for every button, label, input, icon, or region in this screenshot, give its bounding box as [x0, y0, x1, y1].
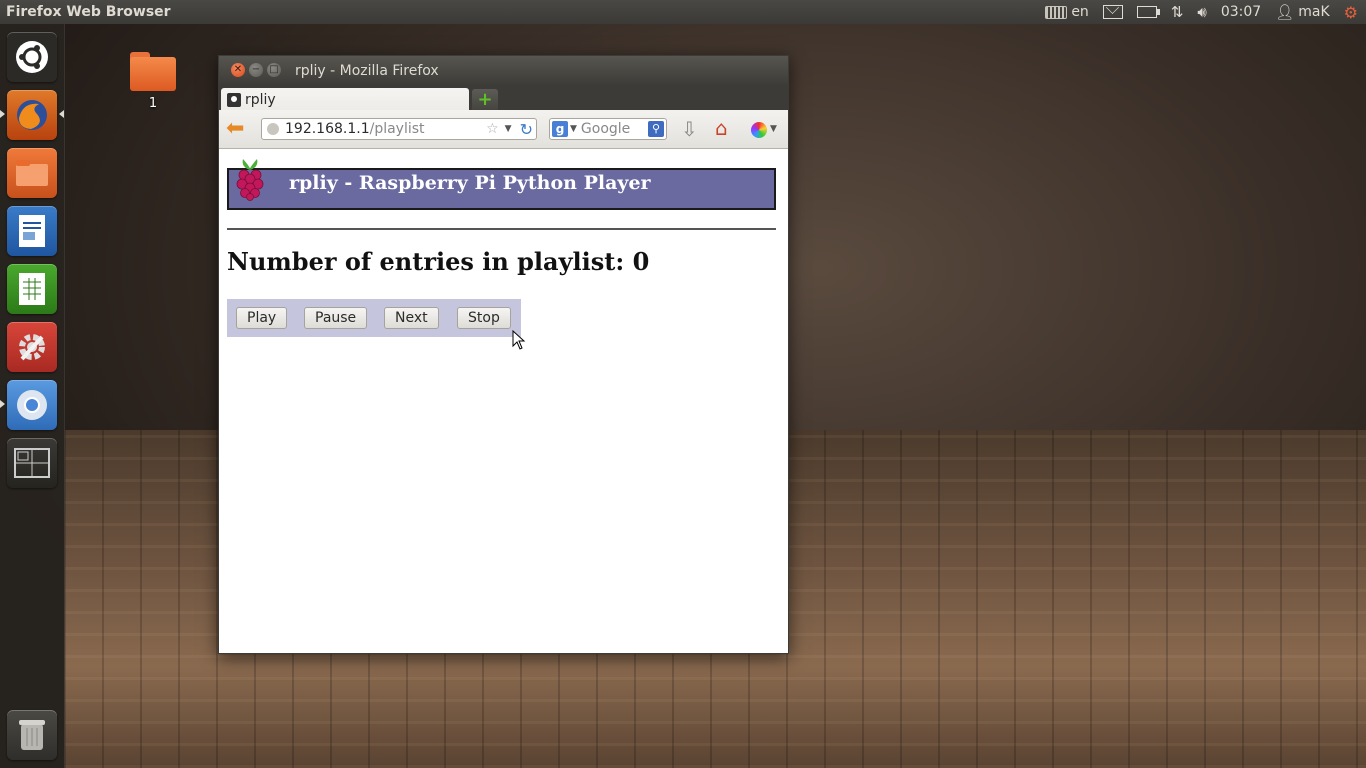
download-icon[interactable]: ⇩ — [681, 119, 698, 139]
play-button[interactable]: Play — [236, 307, 288, 329]
user-icon: 👤︎ — [1275, 3, 1295, 21]
clock[interactable]: 03:07 — [1221, 4, 1261, 20]
running-indicator — [0, 400, 5, 408]
network-icon[interactable]: ⇅ — [1171, 3, 1184, 21]
keyboard-indicator[interactable]: en — [1045, 4, 1089, 20]
settings-launcher-icon[interactable] — [7, 322, 57, 372]
running-indicator — [0, 110, 5, 118]
page-banner: rpliy - Raspberry Pi Python Player — [227, 168, 776, 210]
keyboard-icon — [1045, 5, 1068, 19]
search-placeholder: Google — [580, 121, 631, 137]
user-name: maK — [1298, 4, 1330, 20]
tab-rpliy[interactable]: rpliy — [221, 88, 469, 112]
addon-dropdown-icon[interactable]: ▼ — [770, 124, 777, 134]
history-dropdown-icon[interactable]: ▼ — [505, 124, 512, 134]
bookmark-star-icon[interactable]: ☆ — [486, 121, 499, 137]
window-titlebar[interactable]: ✕ − □ rpliy - Mozilla Firefox — [219, 56, 788, 86]
url-host: 192.168.1.1 — [285, 121, 370, 137]
firefox-launcher-icon[interactable] — [7, 90, 57, 140]
close-window-button[interactable]: ✕ — [231, 63, 245, 77]
page-content: rpliy - Raspberry Pi Python Player Numbe… — [219, 149, 788, 653]
site-identity-icon[interactable] — [267, 123, 279, 135]
launcher — [0, 24, 65, 768]
url-path: /playlist — [369, 121, 425, 137]
horizontal-rule — [227, 228, 776, 230]
active-app-title: Firefox Web Browser — [6, 4, 171, 20]
indicator-area: en ⇅ 🔊︎ 03:07 👤︎ maK ⚙ — [1045, 3, 1366, 22]
reload-icon[interactable]: ↻ — [520, 120, 533, 139]
calc-launcher-icon[interactable] — [7, 264, 57, 314]
stop-button[interactable]: Stop — [457, 307, 511, 329]
focused-indicator — [59, 110, 64, 118]
minimize-window-button[interactable]: − — [249, 63, 263, 77]
new-tab-button[interactable]: + — [472, 89, 498, 110]
battery-icon[interactable] — [1136, 6, 1160, 18]
desktop-folder-label: 1 — [148, 96, 158, 111]
window-title: rpliy - Mozilla Firefox — [295, 63, 439, 79]
firefox-window: ✕ − □ rpliy - Mozilla Firefox rpliy + ⬅ … — [218, 55, 789, 654]
mail-icon[interactable] — [1102, 5, 1123, 19]
home-icon[interactable]: ⌂ — [715, 118, 728, 138]
power-gear-icon[interactable]: ⚙ — [1344, 3, 1358, 22]
google-engine-icon[interactable]: g — [552, 121, 568, 137]
engine-dropdown-icon[interactable]: ▼ — [570, 124, 577, 134]
ubuntu-dash-icon[interactable] — [7, 32, 57, 82]
trash-icon[interactable] — [7, 710, 57, 760]
chromium-launcher-icon[interactable] — [7, 380, 57, 430]
pause-button[interactable]: Pause — [304, 307, 368, 329]
workspace-switcher-icon[interactable] — [7, 438, 57, 488]
desktop-folder-icon[interactable] — [130, 52, 176, 92]
next-button[interactable]: Next — [384, 307, 439, 329]
tab-bar: rpliy + — [219, 86, 788, 112]
addon-icon[interactable] — [751, 122, 767, 138]
files-launcher-icon[interactable] — [7, 148, 57, 198]
volume-icon[interactable]: 🔊︎ — [1197, 3, 1206, 21]
playlist-count-heading: Number of entries in playlist: 0 — [227, 247, 650, 276]
navigation-toolbar: ⬅ 192.168.1.1 /playlist ☆ ▼ ↻ g ▼ Google… — [219, 110, 788, 149]
tab-label: rpliy — [245, 92, 276, 108]
url-bar[interactable]: 192.168.1.1 /playlist ☆ ▼ ↻ — [261, 118, 537, 140]
search-bar[interactable]: g ▼ Google ⚲ — [549, 118, 667, 140]
raspberry-pi-logo-icon — [236, 159, 264, 201]
keyboard-layout-label: en — [1071, 4, 1089, 20]
back-arrow-icon[interactable]: ⬅ — [226, 118, 244, 140]
user-menu[interactable]: 👤︎ maK — [1275, 3, 1329, 21]
pirate-favicon-icon — [227, 93, 241, 107]
player-controls: Play Pause Next Stop — [227, 299, 521, 337]
search-icon[interactable]: ⚲ — [648, 121, 664, 137]
maximize-window-button[interactable]: □ — [267, 63, 281, 77]
writer-launcher-icon[interactable] — [7, 206, 57, 256]
mouse-pointer-icon — [512, 330, 526, 350]
banner-title: rpliy - Raspberry Pi Python Player — [289, 172, 651, 194]
top-panel: Firefox Web Browser en ⇅ 🔊︎ 03:07 👤︎ maK… — [0, 0, 1366, 24]
